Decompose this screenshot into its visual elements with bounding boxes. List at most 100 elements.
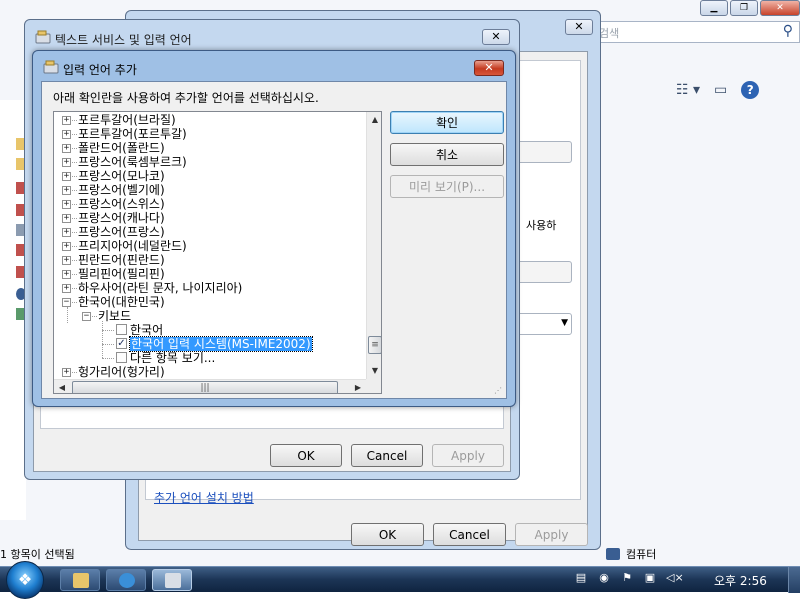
horizontal-scroll-thumb[interactable]: |||: [72, 381, 338, 393]
tree-item[interactable]: − 한국어(대한민국): [54, 295, 364, 309]
checkbox[interactable]: [116, 352, 127, 363]
checkbox[interactable]: [116, 324, 127, 335]
tree-item-label: 프랑스어(벨기에): [78, 183, 165, 197]
tree-item[interactable]: + 필리핀어(필리핀): [54, 267, 364, 281]
instruction-text: 아래 확인란을 사용하여 추가할 언어를 선택하십시오.: [53, 91, 319, 105]
region-close-button[interactable]: ✕: [565, 19, 593, 35]
checkbox-checked[interactable]: ✓: [116, 338, 127, 349]
taskbar-clock[interactable]: 오후 2:56: [714, 572, 767, 589]
tree-item[interactable]: + 프랑스어(벨기에): [54, 183, 364, 197]
scroll-left-arrow[interactable]: ◀: [54, 380, 70, 393]
expand-icon[interactable]: +: [62, 144, 71, 153]
expand-icon[interactable]: +: [62, 214, 71, 223]
status-location-label: 컴퓨터: [626, 548, 657, 561]
preview-pane-icon[interactable]: ▭: [714, 82, 727, 98]
scroll-thumb[interactable]: ≡: [368, 336, 381, 354]
region-apply-button[interactable]: Apply: [515, 523, 588, 546]
tree-item[interactable]: + 프랑스어(캐나다): [54, 211, 364, 225]
text-services-title: 텍스트 서비스 및 입력 언어: [55, 33, 192, 47]
expand-icon[interactable]: +: [62, 130, 71, 139]
show-desktop-button[interactable]: [788, 567, 800, 593]
tree-item[interactable]: ✓ 한국어 입력 시스템(MS-IME2002): [54, 336, 364, 352]
keyboard-icon: [165, 573, 181, 588]
tree-connector: [72, 148, 77, 149]
search-placeholder: 검색: [599, 27, 620, 40]
text-services-close-button[interactable]: ✕: [482, 29, 510, 45]
expand-icon[interactable]: +: [62, 158, 71, 167]
confirm-button[interactable]: 확인: [390, 111, 504, 134]
scroll-down-arrow[interactable]: ▼: [367, 363, 381, 379]
search-icon[interactable]: ⚲: [783, 23, 793, 39]
explorer-caption-buttons: ▁ ❐ ✕: [700, 0, 800, 16]
minimize-button[interactable]: ▁: [700, 0, 728, 16]
tree-item[interactable]: 다른 항목 보기...: [54, 351, 364, 365]
document-icon[interactable]: ▤: [574, 571, 588, 585]
tree-connector: [72, 134, 77, 135]
language-tree[interactable]: + 포르투갈어(브라질) + 포르투갈어(포르투갈) + 폴란드어(폴란드) + 프랑스어(룩…: [53, 111, 382, 394]
tree-item[interactable]: + 하우사어(라틴 문자, 나이지리아): [54, 281, 364, 295]
tree-item[interactable]: + 프랑스어(프랑스): [54, 225, 364, 239]
expand-icon[interactable]: +: [62, 368, 71, 377]
tree-horizontal-scrollbar[interactable]: ◀ ||| ▶: [54, 379, 366, 393]
add-language-close-button[interactable]: ✕: [474, 60, 504, 76]
maximize-button[interactable]: ❐: [730, 0, 758, 16]
collapse-icon[interactable]: −: [82, 312, 91, 321]
region-change-button[interactable]: [516, 141, 572, 163]
region-cancel-button[interactable]: Cancel: [433, 523, 506, 546]
tree-connector: [72, 162, 77, 163]
region-fragment-text: 사용하: [526, 219, 557, 232]
text-services-ok-button[interactable]: OK: [270, 444, 342, 467]
tree-item[interactable]: + 프리지아어(네덜란드): [54, 239, 364, 253]
tree-item[interactable]: + 폴란드어(폴란드): [54, 141, 364, 155]
tree-item[interactable]: 한국어: [54, 323, 364, 337]
install-languages-link[interactable]: 추가 언어 설치 방법: [154, 489, 254, 506]
tree-item[interactable]: + 프랑스어(룩셈부르크): [54, 155, 364, 169]
expand-icon[interactable]: +: [62, 228, 71, 237]
cancel-button[interactable]: 취소: [390, 143, 504, 166]
add-language-body: 아래 확인란을 사용하여 추가할 언어를 선택하십시오. + 포르투갈어(브라질)…: [41, 81, 507, 399]
resize-grip-icon[interactable]: ⋰: [494, 386, 504, 396]
region-ok-button[interactable]: OK: [351, 523, 424, 546]
expand-icon[interactable]: +: [62, 284, 71, 293]
network-icon[interactable]: ▣: [643, 571, 657, 585]
expand-icon[interactable]: +: [62, 186, 71, 195]
view-options-icon[interactable]: ☷ ▾: [676, 82, 700, 98]
tree-item[interactable]: + 포르투갈어(브라질): [54, 113, 364, 127]
scroll-right-arrow[interactable]: ▶: [350, 380, 366, 393]
expand-icon[interactable]: +: [62, 270, 71, 279]
tree-item[interactable]: + 헝가리어(헝가리): [54, 365, 364, 379]
scroll-up-arrow[interactable]: ▲: [367, 112, 381, 128]
search-input[interactable]: 검색 ⚲: [588, 21, 800, 43]
flag-icon[interactable]: ⚑: [620, 571, 634, 585]
tree-item-label: 폴란드어(폴란드): [78, 141, 165, 155]
collapse-icon[interactable]: −: [62, 298, 71, 307]
tree-connector: [92, 316, 97, 317]
expand-icon[interactable]: +: [62, 116, 71, 125]
text-services-button-row: OK Cancel Apply: [270, 444, 504, 467]
explorer-close-button[interactable]: ✕: [760, 0, 800, 16]
tree-item[interactable]: + 프랑스어(스위스): [54, 197, 364, 211]
taskbar-explorer-button[interactable]: [60, 569, 100, 591]
expand-icon[interactable]: +: [62, 200, 71, 209]
region-dropdown[interactable]: ▼: [516, 313, 572, 335]
tree-item[interactable]: + 포르투갈어(포르투갈): [54, 127, 364, 141]
region-settings-button[interactable]: [516, 261, 572, 283]
taskbar-ie-button[interactable]: [106, 569, 146, 591]
text-services-cancel-button[interactable]: Cancel: [351, 444, 423, 467]
text-services-apply-button[interactable]: Apply: [432, 444, 504, 467]
expand-icon[interactable]: +: [62, 172, 71, 181]
folder-icon: [73, 573, 89, 588]
tree-vertical-scrollbar[interactable]: ▲ ≡ ▼: [366, 112, 381, 379]
preview-button[interactable]: 미리 보기(P)...: [390, 175, 504, 198]
tree-item[interactable]: − 키보드: [54, 309, 364, 323]
expand-icon[interactable]: +: [62, 256, 71, 265]
tree-item[interactable]: + 프랑스어(모나코): [54, 169, 364, 183]
start-button[interactable]: ❖: [6, 561, 44, 599]
help-icon[interactable]: ?: [741, 81, 760, 99]
security-icon[interactable]: ◉: [597, 571, 611, 585]
taskbar-keyboard-button[interactable]: [152, 569, 192, 591]
volume-muted-icon[interactable]: ◁×: [666, 571, 684, 585]
tree-connector: [72, 176, 77, 177]
expand-icon[interactable]: +: [62, 242, 71, 251]
tree-item[interactable]: + 핀란드어(핀란드): [54, 253, 364, 267]
